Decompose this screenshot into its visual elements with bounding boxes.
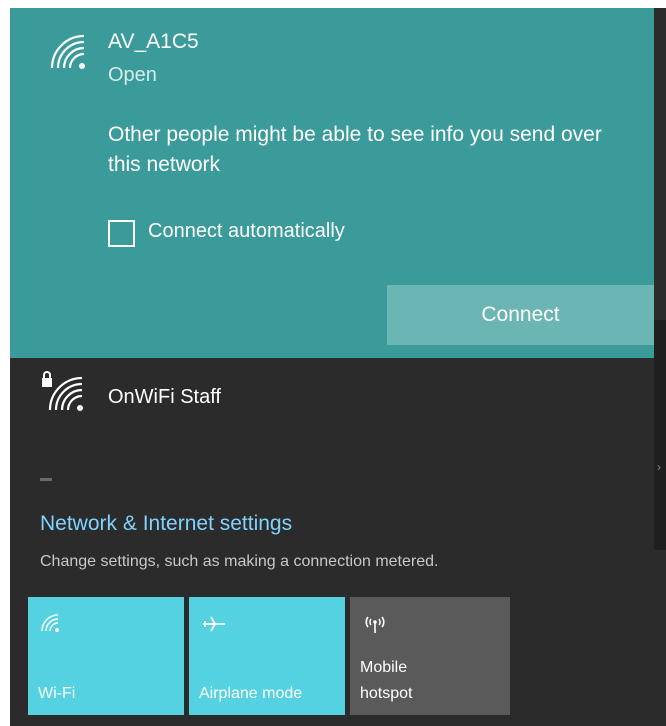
network-name: AV_A1C5 bbox=[108, 30, 199, 53]
network-settings-description: Change settings, such as making a connec… bbox=[40, 553, 439, 570]
wifi-signal-icon bbox=[50, 34, 85, 69]
connect-automatically-label[interactable]: Connect automatically bbox=[148, 220, 345, 243]
mobile-hotspot-label-line2: hotspot bbox=[360, 685, 413, 702]
airplane-mode-toggle[interactable]: Airplane mode bbox=[189, 597, 345, 715]
partial-network-item bbox=[40, 478, 52, 481]
network-warning: Other people might be able to see info y… bbox=[108, 123, 602, 176]
window-edge bbox=[0, 0, 666, 8]
connect-automatically-checkbox[interactable] bbox=[108, 220, 135, 247]
scroll-down-icon[interactable]: › bbox=[657, 460, 661, 474]
network-flyout: AV_A1C5 Open Other people might be able … bbox=[0, 0, 666, 726]
network-list-item[interactable]: OnWiFi Staff bbox=[10, 358, 654, 438]
wifi-label: Wi-Fi bbox=[38, 685, 76, 702]
network-name: OnWiFi Staff bbox=[108, 386, 221, 408]
mobile-hotspot-label-line1: Mobile bbox=[360, 659, 408, 676]
network-settings-link[interactable]: Network & Internet settings bbox=[40, 512, 292, 536]
airplane-mode-label: Airplane mode bbox=[199, 685, 303, 702]
wifi-toggle[interactable]: Wi-Fi bbox=[28, 597, 184, 715]
window-edge bbox=[0, 0, 10, 726]
secured-wifi-icon bbox=[42, 371, 83, 411]
quick-actions: Wi-Fi Airplane mode Mobile hotspot bbox=[28, 597, 518, 715]
mobile-hotspot-toggle[interactable]: Mobile hotspot bbox=[350, 597, 510, 715]
connect-button[interactable]: Connect bbox=[387, 285, 654, 345]
wifi-icon bbox=[41, 614, 59, 632]
network-status: Open bbox=[108, 64, 157, 86]
scrollbar[interactable] bbox=[654, 320, 666, 550]
hotspot-icon bbox=[365, 616, 385, 633]
airplane-icon bbox=[203, 616, 225, 632]
